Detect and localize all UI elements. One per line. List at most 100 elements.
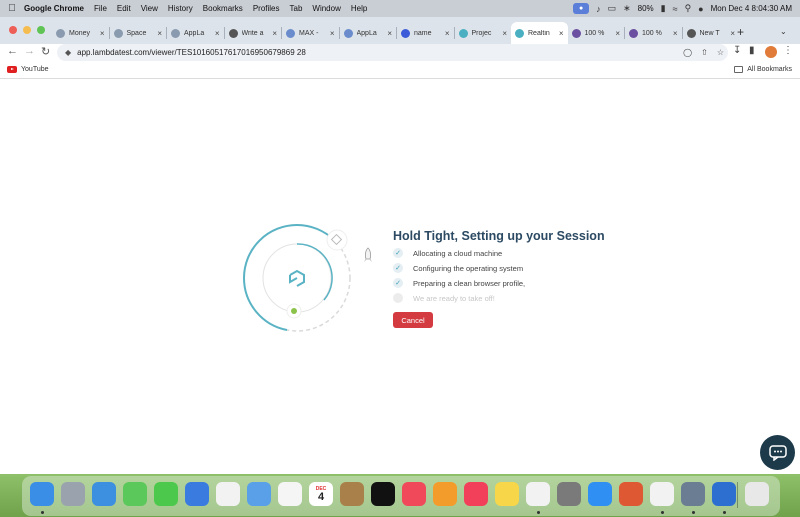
volume-icon[interactable]: ♪ [596, 4, 601, 14]
music-icon[interactable] [464, 482, 488, 506]
menubar-clock[interactable]: Mon Dec 4 8:04:30 AM [711, 4, 792, 13]
photos-icon[interactable] [278, 482, 302, 506]
back-icon[interactable]: ← [7, 45, 18, 57]
rocket-icon [364, 247, 372, 262]
display-icon[interactable]: ▭ [608, 3, 617, 14]
preview-icon[interactable] [681, 482, 705, 506]
menu-bookmarks[interactable]: Bookmarks [203, 4, 243, 13]
all-bookmarks[interactable]: All Bookmarks [734, 66, 792, 73]
menu-file[interactable]: File [94, 4, 107, 13]
tab-close-icon[interactable]: × [502, 29, 507, 38]
chrome-menu-icon[interactable]: ⋮ [783, 45, 793, 56]
facetime-icon[interactable] [154, 482, 178, 506]
notes-icon[interactable] [495, 482, 519, 506]
apple-menu-icon[interactable]:  [0, 3, 24, 14]
tab-close-icon[interactable]: × [445, 29, 450, 38]
browser-tab[interactable]: 100 % × [625, 22, 682, 44]
reload-icon[interactable]: ↻ [41, 45, 50, 58]
eye-off-icon[interactable]: ◯ [683, 48, 692, 57]
safari-icon[interactable] [92, 482, 116, 506]
freeform-icon[interactable] [526, 482, 550, 506]
share-icon[interactable]: ⇧ [701, 48, 708, 57]
system-settings-icon[interactable] [557, 482, 581, 506]
check-icon: ✓ [393, 263, 403, 273]
browser-tab[interactable]: New T × [683, 22, 740, 44]
new-tab-button[interactable]: + [737, 25, 744, 39]
browser-tab[interactable]: Money × [52, 22, 109, 44]
tab-close-icon[interactable]: × [157, 29, 162, 38]
browser-tab[interactable]: AppLa × [167, 22, 224, 44]
browser-tab[interactable]: AppLa × [340, 22, 397, 44]
tab-close-icon[interactable]: × [673, 29, 678, 38]
news-icon[interactable] [402, 482, 426, 506]
xcode-icon[interactable] [712, 482, 736, 506]
maps-icon[interactable] [247, 482, 271, 506]
forward-icon[interactable]: → [24, 45, 35, 57]
tab-close-icon[interactable]: × [330, 29, 335, 38]
cancel-button[interactable]: Cancel [393, 312, 433, 328]
tab-close-icon[interactable]: × [559, 29, 564, 38]
browser-tab[interactable]: Space × [110, 22, 167, 44]
tab-search-icon[interactable]: ⌄ [780, 27, 787, 36]
browser-tab[interactable]: Realtin × [511, 22, 568, 44]
macos-dock: DEC 4 [0, 474, 800, 517]
tag-badge [326, 229, 348, 251]
search-icon[interactable]: ⚲ [685, 3, 692, 14]
bookmark-youtube[interactable]: YouTube [7, 66, 49, 73]
inner-progress-arc [296, 243, 333, 301]
menu-profiles[interactable]: Profiles [253, 4, 280, 13]
reminders-icon[interactable] [216, 482, 240, 506]
browser-tab[interactable]: 100 % × [568, 22, 625, 44]
download-icon[interactable]: ↧ [733, 45, 741, 56]
tab-close-icon[interactable]: × [730, 29, 735, 38]
url-text[interactable]: app.lambdatest.com/viewer/TES10160517617… [77, 48, 306, 57]
menu-window[interactable]: Window [312, 4, 340, 13]
tab-close-icon[interactable]: × [615, 29, 620, 38]
site-info-icon[interactable]: ◆ [65, 48, 71, 57]
close-window-icon[interactable] [9, 26, 17, 34]
battery-icon[interactable]: ▮ [661, 3, 666, 14]
messages-icon[interactable] [123, 482, 147, 506]
screen-record-icon[interactable]: ● [573, 3, 590, 14]
running-indicator [661, 511, 664, 514]
address-bar[interactable]: ◆ app.lambdatest.com/viewer/TES101605176… [57, 44, 728, 61]
duckduckgo-icon[interactable] [619, 482, 643, 506]
browser-tab[interactable]: Projec × [455, 22, 512, 44]
launchpad-icon[interactable] [61, 482, 85, 506]
browser-tab[interactable]: MAX - × [282, 22, 339, 44]
browser-tab[interactable]: Write a × [225, 22, 282, 44]
browser-tab[interactable]: name × [397, 22, 454, 44]
minimize-window-icon[interactable] [23, 26, 31, 34]
bookmark-star-icon[interactable]: ☆ [717, 48, 724, 57]
menu-help[interactable]: Help [351, 4, 367, 13]
menu-history[interactable]: History [168, 4, 193, 13]
tab-close-icon[interactable]: × [215, 29, 220, 38]
running-indicator [537, 511, 540, 514]
app-store-icon[interactable] [588, 482, 612, 506]
control-center-icon[interactable]: ● [698, 4, 703, 14]
appletv-icon[interactable] [371, 482, 395, 506]
bookmarks-bar: YouTube All Bookmarks [0, 62, 800, 79]
mail-icon[interactable] [185, 482, 209, 506]
bluetooth-icon[interactable]: ∗ [623, 3, 631, 14]
contacts-icon[interactable] [340, 482, 364, 506]
tab-close-icon[interactable]: × [100, 29, 105, 38]
profile-avatar[interactable] [765, 46, 777, 58]
menu-view[interactable]: View [141, 4, 158, 13]
side-panel-icon[interactable]: ▮ [749, 45, 755, 56]
menu-tab[interactable]: Tab [290, 4, 303, 13]
wifi-icon[interactable]: ≈ [673, 4, 678, 14]
menu-edit[interactable]: Edit [117, 4, 131, 13]
zoom-window-icon[interactable] [37, 26, 45, 34]
calendar-icon[interactable]: DEC 4 [309, 482, 333, 506]
tab-close-icon[interactable]: × [272, 29, 277, 38]
menu-app-name[interactable]: Google Chrome [24, 4, 84, 13]
tab-close-icon[interactable]: × [387, 29, 392, 38]
session-heading: Hold Tight, Setting up your Session [393, 229, 605, 243]
tab-title: Money [69, 29, 91, 37]
books-icon[interactable] [433, 482, 457, 506]
chrome-icon[interactable] [650, 482, 674, 506]
chat-support-button[interactable] [760, 435, 795, 470]
finder-icon[interactable] [30, 482, 54, 506]
trash-icon[interactable] [745, 482, 769, 506]
